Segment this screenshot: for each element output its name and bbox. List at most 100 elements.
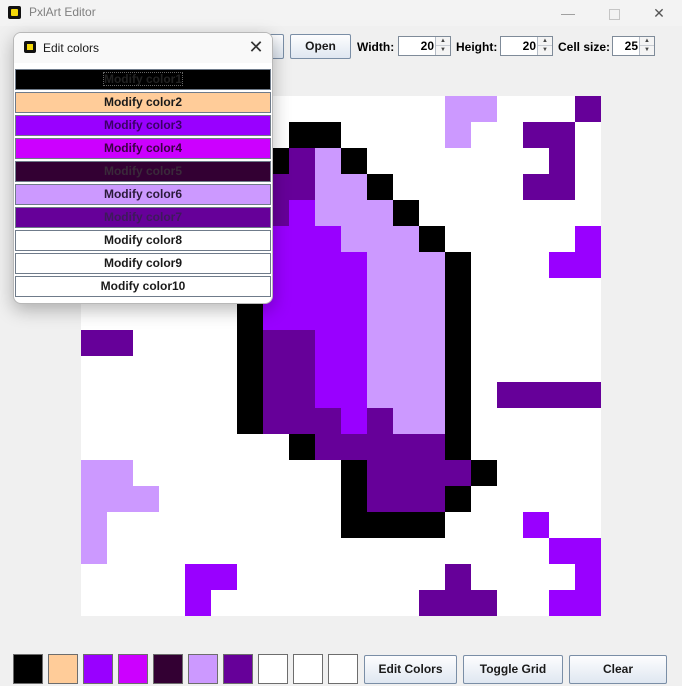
- pixel-cell[interactable]: [419, 278, 445, 304]
- pixel-cell[interactable]: [523, 174, 549, 200]
- pixel-cell[interactable]: [497, 382, 523, 408]
- pixel-cell[interactable]: [367, 486, 393, 512]
- pixel-cell[interactable]: [367, 278, 393, 304]
- pixel-cell[interactable]: [445, 252, 471, 278]
- pixel-cell[interactable]: [445, 356, 471, 382]
- pixel-cell[interactable]: [289, 382, 315, 408]
- palette-swatch[interactable]: [13, 654, 43, 684]
- pixel-cell[interactable]: [549, 122, 575, 148]
- height-value[interactable]: 20: [523, 39, 536, 53]
- pixel-cell[interactable]: [549, 382, 575, 408]
- pixel-cell[interactable]: [393, 200, 419, 226]
- pixel-cell[interactable]: [393, 486, 419, 512]
- pixel-cell[interactable]: [419, 356, 445, 382]
- pixel-cell[interactable]: [367, 174, 393, 200]
- pixel-cell[interactable]: [315, 330, 341, 356]
- pixel-cell[interactable]: [341, 148, 367, 174]
- pixel-cell[interactable]: [393, 278, 419, 304]
- pixel-cell[interactable]: [393, 252, 419, 278]
- cellsize-value[interactable]: 25: [625, 39, 638, 53]
- pixel-cell[interactable]: [367, 304, 393, 330]
- pixel-cell[interactable]: [393, 226, 419, 252]
- pixel-cell[interactable]: [419, 512, 445, 538]
- pixel-cell[interactable]: [419, 486, 445, 512]
- pixel-cell[interactable]: [367, 408, 393, 434]
- pixel-cell[interactable]: [575, 226, 601, 252]
- pixel-cell[interactable]: [315, 304, 341, 330]
- pixel-cell[interactable]: [367, 200, 393, 226]
- pixel-cell[interactable]: [445, 96, 471, 122]
- pixel-cell[interactable]: [289, 356, 315, 382]
- pixel-cell[interactable]: [445, 460, 471, 486]
- maximize-icon[interactable]: [591, 0, 637, 26]
- pixel-cell[interactable]: [211, 564, 237, 590]
- pixel-cell[interactable]: [315, 434, 341, 460]
- palette-swatch[interactable]: [293, 654, 323, 684]
- pixel-cell[interactable]: [523, 512, 549, 538]
- pixel-cell[interactable]: [445, 486, 471, 512]
- pixel-cell[interactable]: [289, 174, 315, 200]
- pixel-cell[interactable]: [367, 512, 393, 538]
- modify-color5-button[interactable]: Modify color5: [15, 161, 271, 182]
- pixel-cell[interactable]: [419, 252, 445, 278]
- pixel-cell[interactable]: [341, 382, 367, 408]
- pixel-cell[interactable]: [393, 304, 419, 330]
- pixel-cell[interactable]: [367, 356, 393, 382]
- pixel-cell[interactable]: [445, 278, 471, 304]
- pixel-cell[interactable]: [185, 564, 211, 590]
- cellsize-spinner[interactable]: 25 ▲ ▼: [612, 36, 655, 56]
- palette-swatch[interactable]: [83, 654, 113, 684]
- pixel-cell[interactable]: [419, 434, 445, 460]
- pixel-cell[interactable]: [81, 486, 107, 512]
- pixel-cell[interactable]: [393, 512, 419, 538]
- pixel-cell[interactable]: [289, 330, 315, 356]
- palette-swatch[interactable]: [188, 654, 218, 684]
- pixel-cell[interactable]: [419, 226, 445, 252]
- pixel-cell[interactable]: [367, 460, 393, 486]
- minimize-icon[interactable]: —: [545, 0, 591, 26]
- palette-swatch[interactable]: [223, 654, 253, 684]
- pixel-cell[interactable]: [445, 434, 471, 460]
- pixel-cell[interactable]: [289, 278, 315, 304]
- modify-color8-button[interactable]: Modify color8: [15, 230, 271, 251]
- pixel-cell[interactable]: [341, 226, 367, 252]
- height-down-arrow-icon[interactable]: ▼: [538, 46, 552, 55]
- pixel-cell[interactable]: [419, 460, 445, 486]
- modify-color6-button[interactable]: Modify color6: [15, 184, 271, 205]
- pixel-cell[interactable]: [419, 382, 445, 408]
- palette-swatch[interactable]: [153, 654, 183, 684]
- pixel-cell[interactable]: [237, 356, 263, 382]
- pixel-cell[interactable]: [315, 408, 341, 434]
- pixel-cell[interactable]: [81, 512, 107, 538]
- pixel-cell[interactable]: [289, 304, 315, 330]
- pixel-cell[interactable]: [341, 512, 367, 538]
- pixel-cell[interactable]: [341, 304, 367, 330]
- dialog-close-icon[interactable]: ✕: [246, 36, 266, 58]
- pixel-cell[interactable]: [367, 252, 393, 278]
- pixel-cell[interactable]: [315, 226, 341, 252]
- pixel-cell[interactable]: [315, 122, 341, 148]
- pixel-cell[interactable]: [81, 330, 107, 356]
- pixel-cell[interactable]: [81, 538, 107, 564]
- pixel-cell[interactable]: [81, 460, 107, 486]
- palette-swatch[interactable]: [48, 654, 78, 684]
- pixel-cell[interactable]: [341, 330, 367, 356]
- pixel-cell[interactable]: [237, 408, 263, 434]
- pixel-cell[interactable]: [575, 382, 601, 408]
- modify-color2-button[interactable]: Modify color2: [15, 92, 271, 113]
- pixel-cell[interactable]: [523, 122, 549, 148]
- pixel-cell[interactable]: [393, 460, 419, 486]
- pixel-cell[interactable]: [289, 148, 315, 174]
- pixel-cell[interactable]: [367, 330, 393, 356]
- height-up-arrow-icon[interactable]: ▲: [538, 37, 552, 46]
- pixel-cell[interactable]: [445, 304, 471, 330]
- pixel-cell[interactable]: [289, 252, 315, 278]
- open-button[interactable]: Open: [290, 34, 351, 59]
- pixel-cell[interactable]: [471, 96, 497, 122]
- pixel-cell[interactable]: [341, 460, 367, 486]
- pixel-cell[interactable]: [341, 408, 367, 434]
- pixel-cell[interactable]: [367, 434, 393, 460]
- pixel-cell[interactable]: [445, 122, 471, 148]
- pixel-cell[interactable]: [445, 382, 471, 408]
- edit-colors-button[interactable]: Edit Colors: [364, 655, 457, 684]
